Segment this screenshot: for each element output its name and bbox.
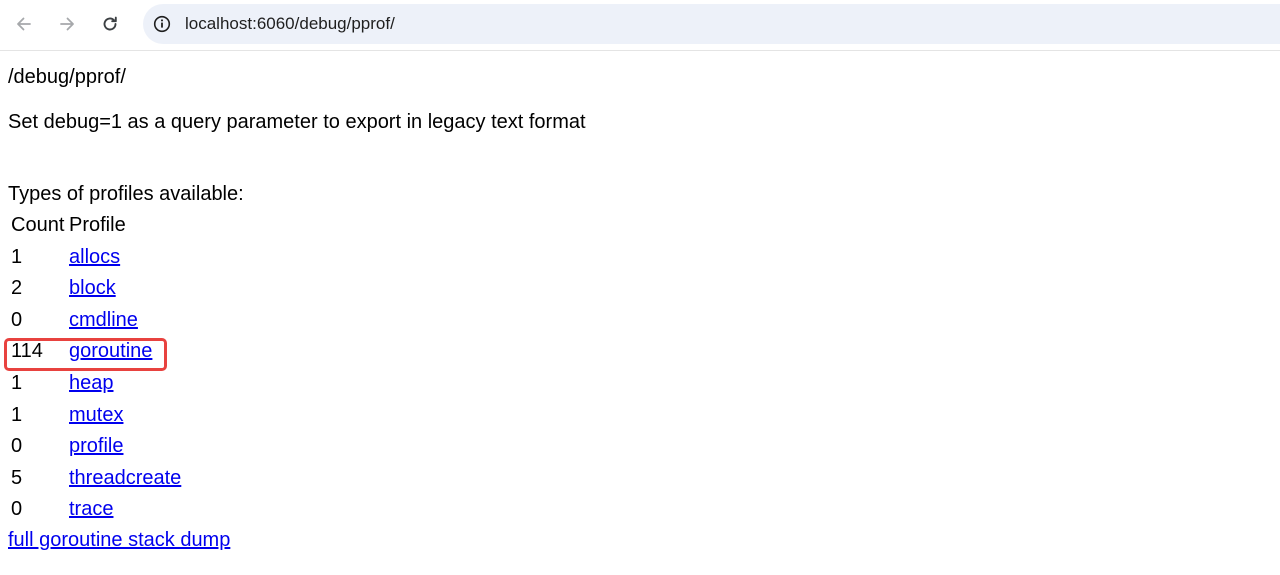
profile-link-trace[interactable]: trace [69, 497, 113, 521]
profile-count: 2 [11, 277, 23, 300]
profile-count: 1 [11, 403, 23, 426]
arrow-right-icon [60, 17, 74, 31]
profile-count: 0 [11, 308, 23, 331]
profile-link-heap[interactable]: heap [69, 371, 114, 395]
profile-link-allocs[interactable]: allocs [69, 245, 120, 269]
back-button[interactable] [9, 9, 39, 39]
profile-link-profile[interactable]: profile [69, 434, 123, 458]
profile-link-cmdline[interactable]: cmdline [69, 308, 138, 332]
page-content: /debug/pprof/ Set debug=1 as a query par… [0, 51, 1280, 575]
profile-count: 0 [11, 498, 23, 521]
forward-button[interactable] [52, 9, 82, 39]
reload-button[interactable] [95, 9, 125, 39]
page-title: /debug/pprof/ [8, 66, 126, 88]
profile-count: 0 [11, 435, 23, 458]
column-header-count: Count [11, 214, 65, 236]
profile-link-mutex[interactable]: mutex [69, 403, 123, 427]
browser-toolbar: localhost:6060/debug/pprof/ [0, 0, 1280, 51]
column-header-profile: Profile [69, 214, 126, 236]
url-text[interactable]: localhost:6060/debug/pprof/ [185, 14, 395, 34]
profile-link-block[interactable]: block [69, 276, 116, 300]
address-bar[interactable]: localhost:6060/debug/pprof/ [143, 4, 1280, 44]
profiles-heading: Types of profiles available: [8, 183, 244, 205]
arrow-left-icon [17, 17, 31, 31]
goroutine-highlight-box [4, 338, 167, 371]
profile-count: 5 [11, 466, 23, 489]
legacy-format-hint: Set debug=1 as a query parameter to expo… [8, 111, 586, 133]
profile-count: 1 [11, 371, 23, 394]
reload-icon [103, 16, 117, 31]
profile-count: 1 [11, 245, 23, 268]
profile-link-threadcreate[interactable]: threadcreate [69, 466, 181, 490]
full-goroutine-stack-dump-link[interactable]: full goroutine stack dump [8, 528, 230, 552]
info-circle-icon[interactable] [152, 14, 172, 34]
